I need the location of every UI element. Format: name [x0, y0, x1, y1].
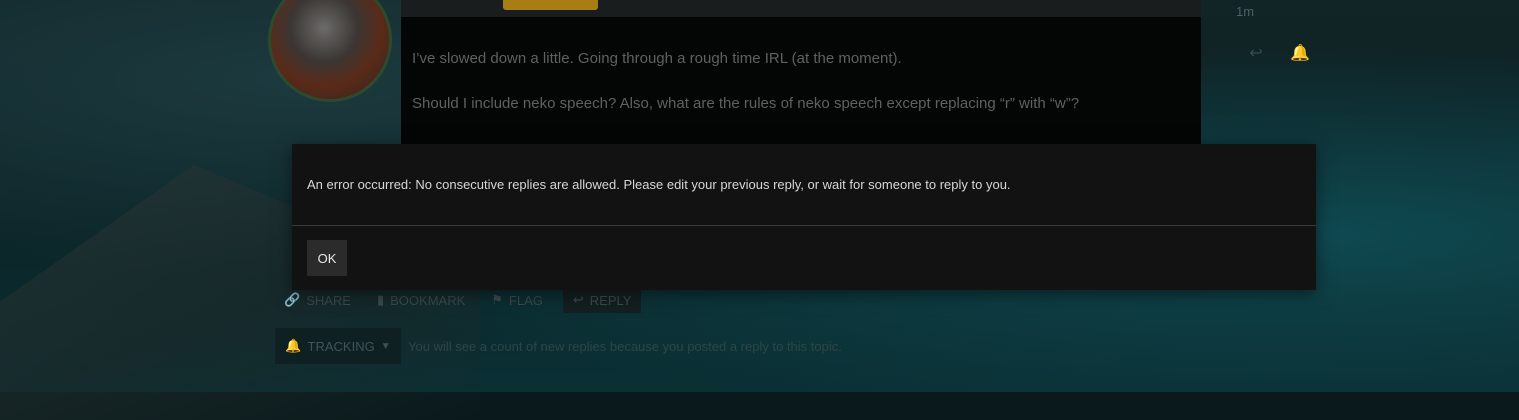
flag-button[interactable]: ⚑ FLAG [491, 287, 553, 313]
dialog-divider [292, 225, 1316, 226]
bookmark-icon: ▮ [376, 292, 385, 307]
reply-icon-button[interactable]: ↩ [1239, 36, 1273, 70]
reply-label: REPLY [589, 292, 632, 308]
reply-icon: ↩ [1249, 45, 1263, 62]
error-dialog: An error occurred: No consecutive replie… [292, 144, 1316, 290]
post-time: 1m [1236, 4, 1255, 19]
user-badge [503, 0, 598, 10]
flag-icon: ⚑ [491, 292, 503, 307]
share-button[interactable]: 🔗 SHARE [284, 287, 361, 313]
post-paragraph-1: I’ve slowed down a little. Going through… [412, 50, 902, 67]
bookmark-label: BOOKMARK [390, 292, 466, 308]
tracking-description: You will see a count of new replies beca… [408, 339, 842, 354]
ok-button[interactable]: OK [307, 240, 347, 276]
caret-down-icon: ▼ [380, 340, 391, 352]
bell-icon: 🔔 [285, 338, 302, 353]
post-paragraph-2: Should I include neko speech? Also, what… [412, 95, 1080, 112]
bookmark-button[interactable]: ▮ BOOKMARK [377, 287, 475, 313]
error-message: An error occurred: No consecutive replie… [307, 177, 1011, 192]
notification-button[interactable]: 🔔 [1283, 36, 1317, 70]
reply-button[interactable]: ↩ REPLY [562, 287, 642, 313]
tracking-label: TRACKING [307, 338, 375, 354]
share-label: SHARE [306, 292, 351, 308]
bell-icon: 🔔 [1290, 45, 1310, 62]
reply-icon: ↩ [572, 292, 584, 307]
topic-actions: 🔗 SHARE ▮ BOOKMARK ⚑ FLAG ↩ REPLY [284, 287, 657, 313]
flag-label: FLAG [508, 292, 543, 308]
post-body [401, 17, 1201, 147]
link-icon: 🔗 [284, 292, 301, 307]
tracking-dropdown[interactable]: 🔔 TRACKING ▼ [275, 328, 401, 364]
